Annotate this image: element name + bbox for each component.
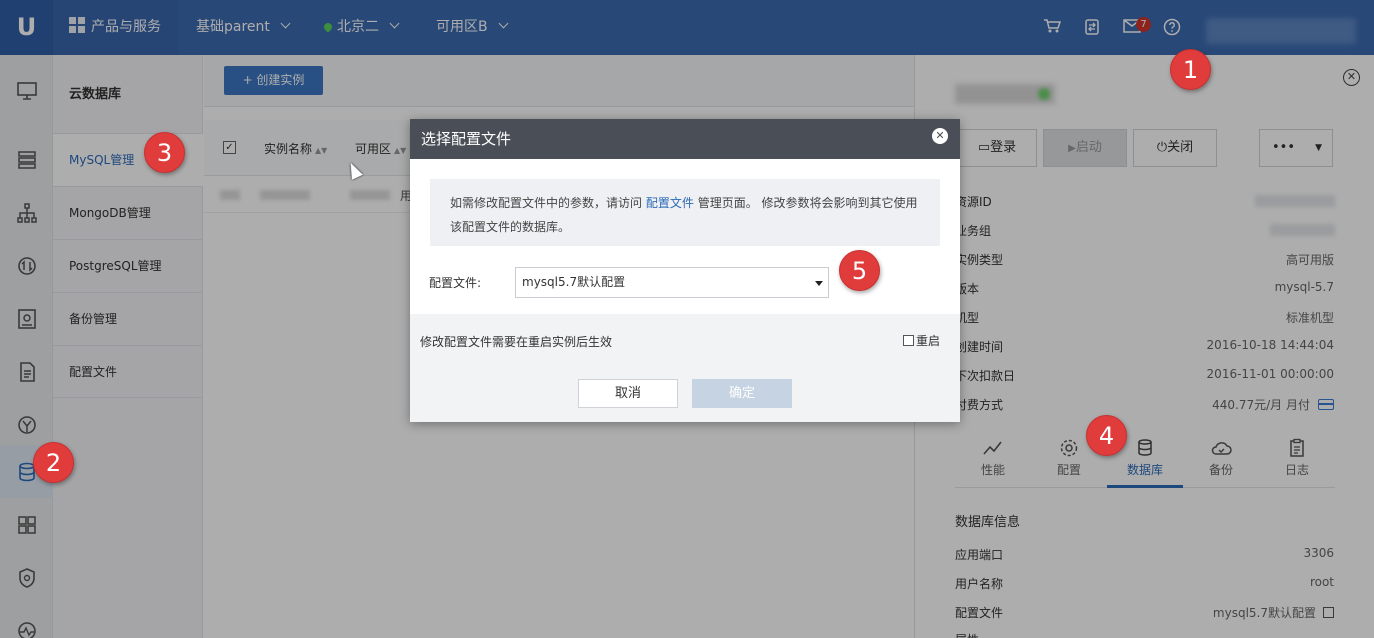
restart-tip: 修改配置文件需要在重启实例后生效 [420, 335, 613, 349]
checkbox-icon [903, 335, 914, 346]
step-marker-5: 5 [839, 250, 880, 291]
cancel-button[interactable]: 取消 [578, 379, 678, 408]
config-file-link[interactable]: 配置文件 [646, 196, 694, 210]
dialog-title: 选择配置文件 [421, 130, 512, 148]
step-marker-1: 1 [1170, 49, 1211, 90]
confirm-button[interactable]: 确定 [692, 379, 792, 408]
restart-label: 重启 [916, 334, 941, 348]
select-value: mysql5.7默认配置 [522, 275, 626, 289]
notice-text: 如需修改配置文件中的参数，请访问 [450, 196, 643, 210]
notice-box: 如需修改配置文件中的参数，请访问 配置文件 管理页面。 修改参数将会影响到其它使… [430, 179, 940, 246]
config-file-label: 配置文件: [429, 276, 482, 290]
dialog-footer: 修改配置文件需要在重启实例后生效 重启 取消 确定 [410, 314, 960, 422]
config-file-select[interactable]: mysql5.7默认配置 [515, 267, 829, 298]
restart-checkbox[interactable]: 重启 [903, 332, 940, 349]
step-marker-4: 4 [1086, 415, 1127, 456]
step-marker-3: 3 [144, 132, 185, 173]
dropdown-arrow-icon [815, 281, 823, 286]
close-icon[interactable]: ✕ [932, 128, 948, 144]
dialog-header: 选择配置文件 [410, 119, 960, 159]
step-marker-2: 2 [33, 442, 74, 483]
